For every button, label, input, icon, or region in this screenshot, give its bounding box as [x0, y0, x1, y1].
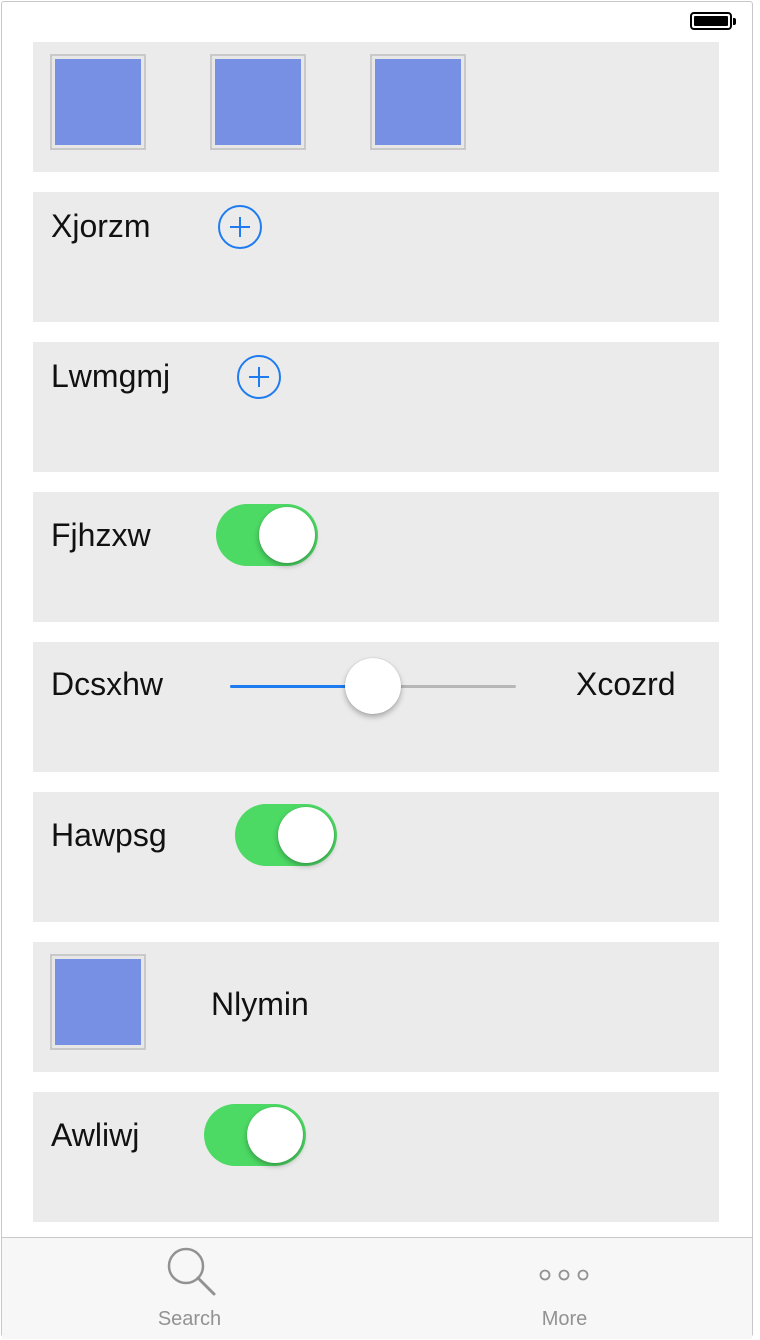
slider-knob[interactable]: [345, 658, 401, 714]
toggle-hawpsg[interactable]: [235, 804, 337, 866]
slider-right-label: Xcozrd: [576, 666, 676, 702]
image-thumbnail-4[interactable]: [50, 954, 146, 1050]
row-label-dcsxhw: Dcsxhw: [51, 666, 164, 702]
row-label-awliwj: Awliwj: [51, 1117, 140, 1153]
list-item: [33, 492, 719, 622]
slider-dcsxhw[interactable]: [230, 658, 516, 714]
list-item: [33, 1092, 719, 1222]
tab-search[interactable]: Search: [2, 1238, 377, 1338]
row-label-fjhzxw: Fjhzxw: [51, 517, 151, 553]
more-icon: [539, 1269, 589, 1281]
toggle-awliwj[interactable]: [204, 1104, 306, 1166]
image-thumbnail-1[interactable]: [50, 54, 146, 150]
row-label-xjorzm: Xjorzm: [51, 208, 151, 244]
search-icon: [167, 1247, 216, 1296]
row-label-nlymin: Nlymin: [211, 986, 309, 1022]
toggle-fjhzxw[interactable]: [216, 504, 318, 566]
tab-bar: Search More: [2, 1237, 752, 1339]
tab-search-label: Search: [157, 1308, 222, 1330]
battery-icon: [690, 12, 736, 32]
list-item: [33, 792, 719, 922]
add-button-xjorzm[interactable]: [218, 205, 262, 249]
tab-more[interactable]: More: [377, 1238, 752, 1338]
row-label-lwmgmj: Lwmgmj: [51, 358, 171, 394]
image-thumbnail-3[interactable]: [370, 54, 466, 150]
tab-more-label: More: [541, 1308, 588, 1330]
row-label-hawpsg: Hawpsg: [51, 817, 167, 853]
add-button-lwmgmj[interactable]: [237, 355, 281, 399]
image-thumbnail-2[interactable]: [210, 54, 306, 150]
